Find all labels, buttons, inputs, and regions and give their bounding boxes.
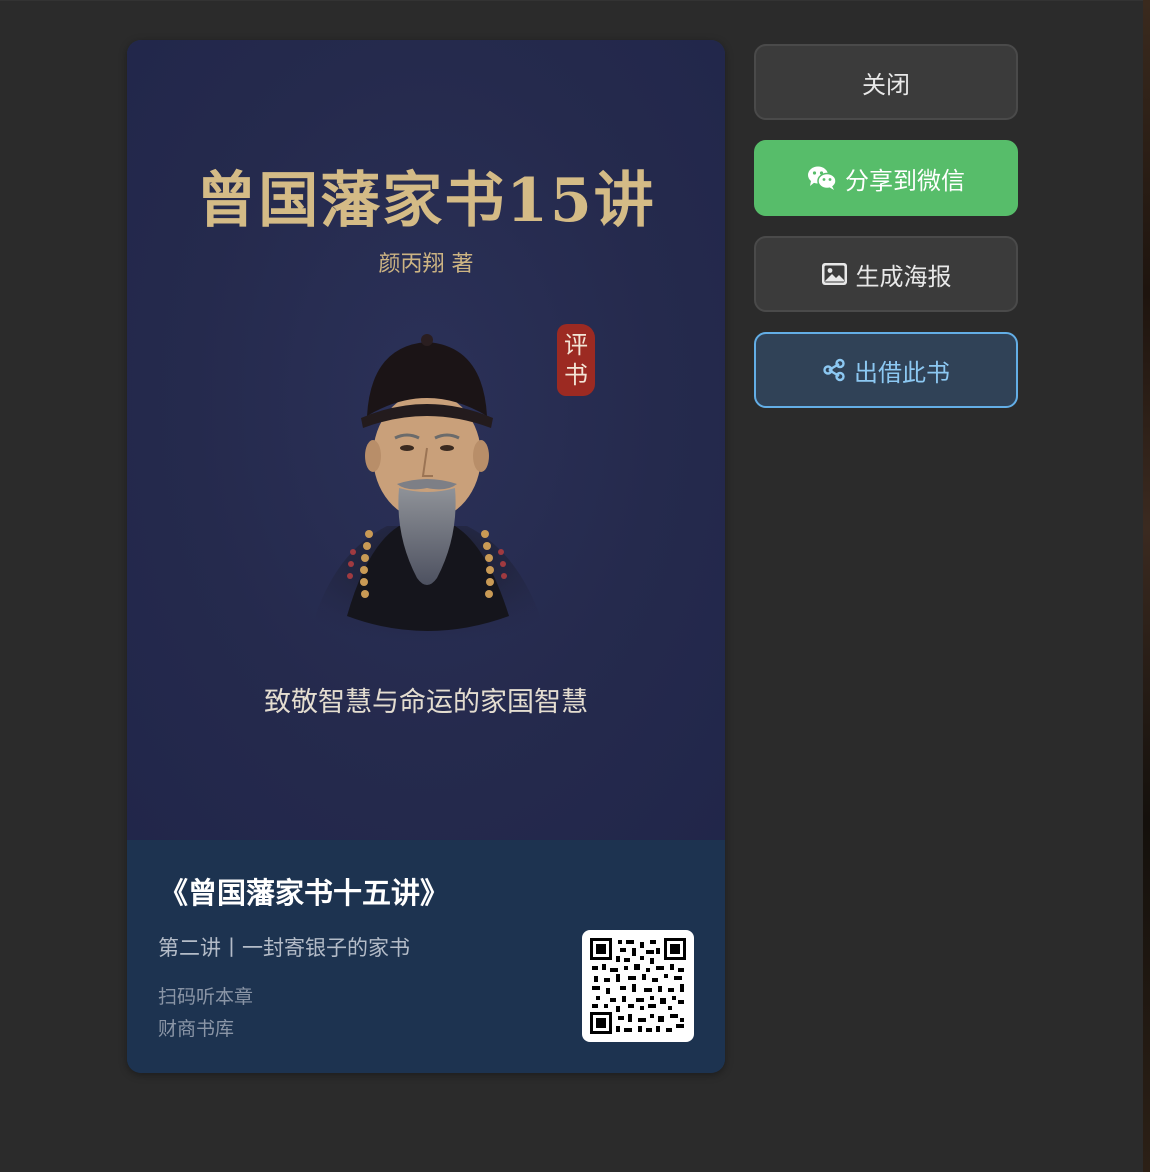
cover-title: 曾国藩家书15讲 [196,166,656,236]
cover-author: 颜丙翔 著 [378,252,474,277]
top-edge [0,0,1143,1]
share-dialog: 曾国藩家书15讲 颜丙翔 著 评 书 致敬智慧与命运的家国智慧 《曾国藩家书十五… [0,0,1150,1172]
qr-code-icon [590,938,686,1034]
share-poster-card: 曾国藩家书15讲 颜丙翔 著 评 书 致敬智慧与命运的家国智慧 《曾国藩家书十五… [127,40,725,1073]
publisher-name: 财商书库 [158,1018,235,1040]
book-cover: 曾国藩家书15讲 颜丙翔 著 评 书 致敬智慧与命运的家国智慧 [127,40,725,840]
pingshu-seal: 评书 [557,324,595,396]
image-icon [821,262,848,286]
poster-info-panel: 《曾国藩家书十五讲》 第二讲丨一封寄银子的家书 扫码听本章 财商书库 [127,840,725,1073]
share-wechat-button[interactable]: 分享到微信 [754,140,1018,216]
close-button-label: 关闭 [862,70,910,99]
qr-code [582,930,694,1042]
close-button[interactable]: 关闭 [754,44,1018,120]
book-title: 《曾国藩家书十五讲》 [159,876,450,910]
chapter-title: 第二讲丨一封寄银子的家书 [158,936,410,960]
wechat-icon [807,165,837,191]
generate-poster-button[interactable]: 生成海报 [754,236,1018,312]
lend-book-label: 出借此书 [854,358,950,387]
lend-book-button[interactable]: 出借此书 [754,332,1018,408]
scan-hint: 扫码听本章 [158,986,254,1008]
generate-poster-label: 生成海报 [855,262,952,291]
share-nodes-icon [822,358,846,382]
background-app-edge [1143,0,1150,1172]
share-wechat-label: 分享到微信 [845,166,965,195]
cover-slogan: 致敬智慧与命运的家国智慧 [264,687,588,718]
portrait-illustration [307,334,549,646]
